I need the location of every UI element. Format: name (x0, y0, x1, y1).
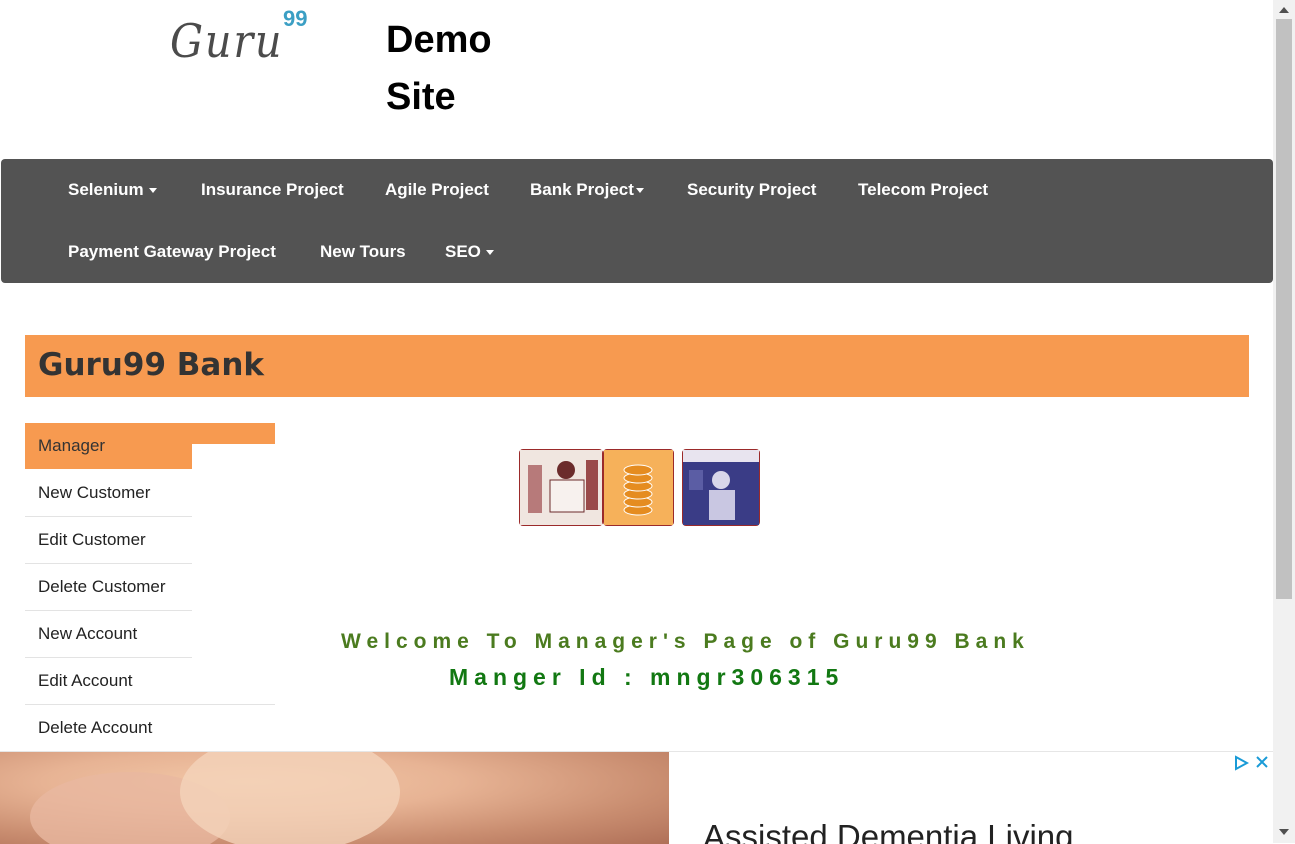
sidebar-item-manager[interactable]: Manager (25, 423, 192, 469)
sidebar-item-delete-account[interactable]: Delete Account (25, 705, 275, 751)
nav-insurance-project[interactable]: Insurance Project (201, 180, 344, 200)
caret-down-icon (635, 188, 644, 194)
sidebar-item-delete-customer[interactable]: Delete Customer (25, 564, 192, 611)
nav-telecom-project[interactable]: Telecom Project (858, 180, 988, 200)
sidebar-item-label: New Account (38, 624, 138, 643)
main-navbar: Selenium Insurance Project Agile Project… (1, 159, 1273, 283)
nav-label: Agile Project (385, 180, 489, 199)
nav-label: Insurance Project (201, 180, 344, 199)
nav-label: New Tours (320, 242, 406, 261)
logo-superscript: 99 (283, 6, 308, 31)
nav-seo[interactable]: SEO (445, 242, 494, 262)
ad-image[interactable] (0, 752, 669, 844)
sidebar-item-label: Delete Customer (38, 577, 166, 596)
logo-text: Guru (170, 14, 284, 68)
nav-payment-gateway-project[interactable]: Payment Gateway Project (68, 242, 276, 262)
close-icon[interactable] (1255, 755, 1269, 769)
sidebar-item-label: Edit Account (38, 671, 133, 690)
nav-selenium[interactable]: Selenium (68, 180, 157, 200)
ad-hand-shape (180, 752, 400, 844)
nav-security-project[interactable]: Security Project (687, 180, 816, 200)
coins-icon (604, 450, 673, 525)
bank-header-bar: Guru99 Bank (25, 335, 1249, 397)
sidebar-item-label: Delete Account (38, 718, 153, 737)
nav-label: Telecom Project (858, 180, 989, 199)
ad-headline[interactable]: Assisted Dementia Living (703, 818, 1074, 844)
nav-label: Payment Gateway Project (68, 242, 276, 261)
nav-label: Bank Project (530, 180, 634, 199)
site-title-line1: Demo (386, 19, 492, 61)
banker-phone-image (519, 449, 603, 526)
nav-label: SEO (445, 242, 481, 261)
person-silhouette-icon (520, 450, 602, 525)
sidebar-item-edit-account[interactable]: Edit Account (25, 658, 275, 705)
sidebar-item-new-account[interactable]: New Account (25, 611, 192, 658)
caret-down-icon (485, 250, 494, 256)
adchoices-icon[interactable] (1233, 755, 1249, 771)
nav-bank-project[interactable]: Bank Project (530, 180, 644, 200)
site-title-line2: Site (386, 76, 456, 118)
vertical-scrollbar[interactable] (1273, 0, 1295, 843)
bank-banner-image (519, 449, 760, 526)
person-silhouette-icon (683, 450, 759, 525)
sidebar-item-edit-customer[interactable]: Edit Customer (25, 517, 192, 564)
sidebar-item-label: Edit Customer (38, 530, 146, 549)
bank-title: Guru99 Bank (38, 347, 265, 383)
sidebar-item-label: Manager (38, 436, 106, 455)
sidebar-item-new-customer[interactable]: New Customer (25, 470, 192, 517)
nav-label: Security Project (687, 180, 817, 199)
scroll-down-arrow-icon[interactable] (1279, 829, 1289, 835)
manager-id-text: Manger Id : mngr306315 (449, 664, 845, 690)
site-title: Demo Site (386, 12, 492, 126)
scroll-up-arrow-icon[interactable] (1279, 7, 1289, 13)
scrollbar-thumb[interactable] (1276, 19, 1292, 599)
ad-controls (1233, 755, 1269, 771)
welcome-message: Welcome To Manager's Page of Guru99 Bank (341, 630, 1030, 653)
guru99-logo[interactable]: Guru 99 (170, 6, 320, 68)
coins-image (603, 449, 674, 526)
advertisement-banner[interactable]: Assisted Dementia Living (0, 751, 1273, 844)
nav-new-tours[interactable]: New Tours (320, 242, 406, 262)
nav-label: Selenium (68, 180, 144, 199)
sidebar-item-label: New Customer (38, 483, 151, 502)
customer-image (682, 449, 760, 526)
caret-down-icon (148, 188, 157, 194)
nav-agile-project[interactable]: Agile Project (385, 180, 489, 200)
